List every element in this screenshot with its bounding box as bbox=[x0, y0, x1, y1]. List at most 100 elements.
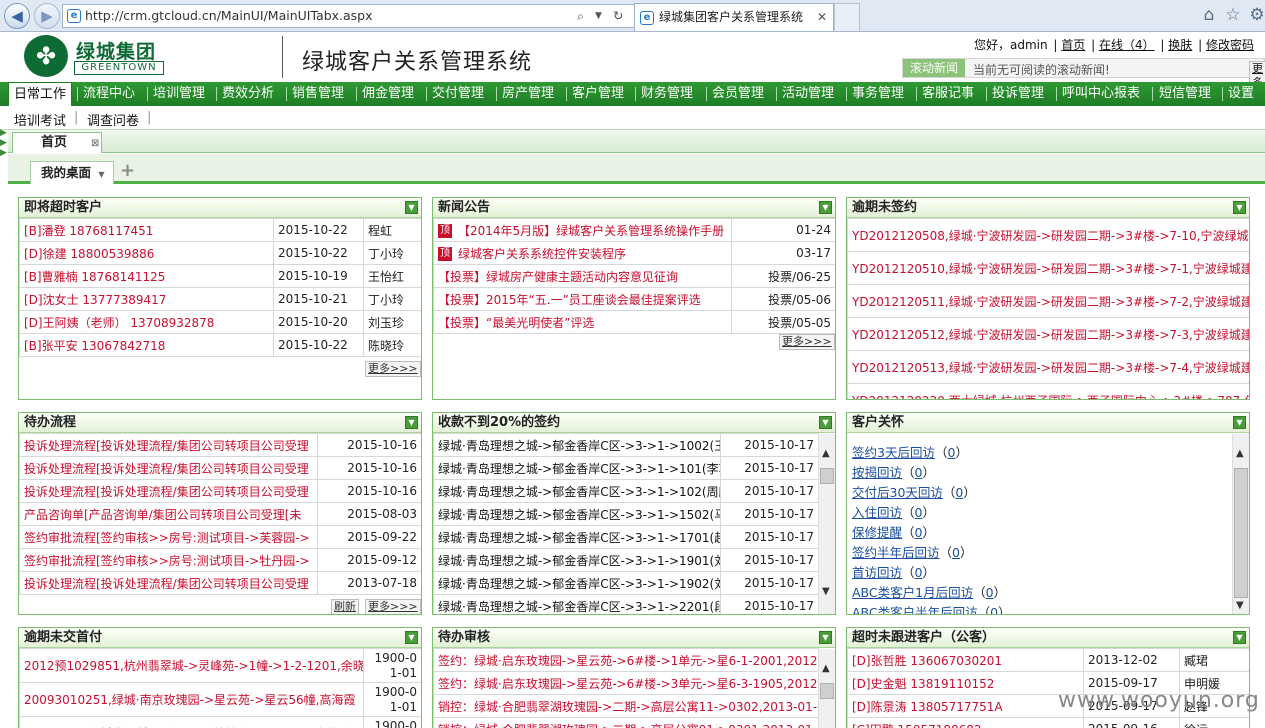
news-link[interactable]: 【投票】绿城房产健康主题活动内容意见征询 bbox=[433, 264, 732, 288]
cell[interactable]: 签约审批流程[签约审核>>房号:测试项目->芙蓉园-> bbox=[19, 525, 318, 549]
table-row[interactable]: [D]王阿姨（老师） 13708932878 2015-10-20 刘玉珍 bbox=[19, 310, 421, 334]
cell[interactable]: 签约审批流程[签约审核>>房号:测试项目->牡丹园-> bbox=[19, 548, 318, 572]
panel-toggle-icon[interactable]: ▼ bbox=[405, 201, 418, 214]
submenu-item[interactable]: 调查问卷 bbox=[87, 110, 139, 129]
cell[interactable]: 绿城·青岛理想之城->郁金香岸C区->3->1->1502(马 bbox=[433, 502, 721, 526]
more-link[interactable]: 更多>>> bbox=[365, 599, 421, 614]
tab-my-desk[interactable]: 我的桌面 ▼ bbox=[30, 161, 114, 184]
forward-icon[interactable]: ▶ bbox=[34, 3, 60, 29]
close-tab-icon[interactable]: ✕ bbox=[817, 4, 827, 30]
collapse-arrows-icon[interactable]: ▶ ▶ ▶ bbox=[0, 128, 8, 168]
panel-toggle-icon[interactable]: ▼ bbox=[819, 201, 832, 214]
table-row[interactable]: 投诉处理流程[投诉处理流程/集团公司转项目公司受理 2015-10-16 bbox=[19, 479, 421, 503]
menu-item[interactable]: 客户管理 bbox=[572, 82, 624, 106]
tab-home[interactable]: 首页 ⊠ bbox=[12, 132, 102, 153]
care-link[interactable]: 交付后30天回访 bbox=[852, 485, 943, 500]
cell[interactable]: [B]曹雅楠 18768141125 bbox=[19, 264, 274, 288]
skin-link[interactable]: 换肤 bbox=[1168, 38, 1192, 52]
dropdown-icon[interactable]: ▼ bbox=[595, 5, 602, 27]
care-link[interactable]: 签约3天后回访 bbox=[852, 445, 935, 460]
address-bar[interactable]: e http://crm.gtcloud.cn/MainUI/MainUITab… bbox=[62, 4, 636, 28]
cell[interactable]: [D]张哲胜 136067030201 bbox=[847, 648, 1084, 672]
close-icon[interactable]: ⊠ bbox=[91, 134, 99, 153]
scrollbar[interactable]: ▲ ▼ bbox=[1232, 434, 1249, 614]
cell[interactable]: 绿城·青岛理想之城->郁金香岸C区->3->1->101(李功 bbox=[433, 456, 721, 480]
more-link[interactable]: 更多>>> bbox=[779, 334, 835, 350]
table-row[interactable]: 绿城·青岛理想之城->郁金香岸C区->3->1->1701(赵 2015-10-1… bbox=[433, 525, 819, 549]
care-count[interactable]: 0 bbox=[915, 525, 923, 540]
table-row[interactable]: [C]田鹏 150571886822015-09-16徐运 bbox=[847, 717, 1249, 728]
cell[interactable]: 绿城·青岛理想之城->郁金香岸C区->3->1->102(周麒 bbox=[433, 479, 721, 503]
table-row[interactable]: 20093010251,绿城·南京玫瑰园->星云苑->星云56幢,高海霞 1900… bbox=[19, 682, 421, 717]
settings-gear-icon[interactable]: ⚙ bbox=[1246, 4, 1265, 26]
care-link[interactable]: 入住回访 bbox=[852, 505, 902, 520]
panel-toggle-icon[interactable]: ▼ bbox=[1233, 416, 1246, 429]
home-link[interactable]: 首页 bbox=[1061, 38, 1085, 52]
menu-item[interactable]: 投诉管理 bbox=[992, 82, 1044, 106]
scroll-down-icon[interactable]: ▼ bbox=[1236, 600, 1244, 611]
menu-item[interactable]: 交付管理 bbox=[432, 82, 484, 106]
news-link[interactable]: 【投票】“最美光明使者”评选 bbox=[433, 310, 732, 334]
cell[interactable]: 产品咨询单[产品咨询单/集团公司转项目公司受理[未 bbox=[19, 502, 318, 526]
table-row[interactable]: 签约审批流程[签约审核>>房号:测试项目->牡丹园-> 2015-09-12 bbox=[19, 548, 421, 572]
cell[interactable]: 绿城·青岛理想之城->郁金香岸C区->3->1->2201(段 bbox=[433, 594, 721, 614]
panel-toggle-icon[interactable]: ▼ bbox=[405, 416, 418, 429]
table-row[interactable]: 绿城·青岛理想之城->郁金香岸C区->3->1->1901(刘 2015-10-1… bbox=[433, 548, 819, 572]
table-row[interactable]: 投诉处理流程[投诉处理流程/集团公司转项目公司受理 2013-07-18 bbox=[19, 571, 421, 595]
table-row[interactable]: YD2012120512,绿城·宁波研发园->研发园二期->3#楼->7-3,宁… bbox=[847, 317, 1249, 351]
scroll-thumb[interactable] bbox=[820, 683, 834, 699]
cell[interactable]: 销控：绿城·合肥翡翠湖玫瑰园->二期->高层公寓11->0302,2013-01… bbox=[433, 694, 819, 718]
table-row[interactable]: 投诉处理流程[投诉处理流程/集团公司转项目公司受理 2015-10-16 bbox=[19, 433, 421, 457]
cell[interactable]: YD2012120513,绿城·宁波研发园->研发园二期->3#楼->7-4,宁… bbox=[847, 350, 1249, 384]
scroll-down-icon[interactable]: ▼ bbox=[822, 586, 830, 597]
care-count[interactable]: 0 bbox=[955, 485, 963, 500]
panel-toggle-icon[interactable]: ▼ bbox=[1233, 631, 1246, 644]
menu-item[interactable]: 呼叫中心报表 bbox=[1062, 82, 1140, 106]
care-link[interactable]: 签约半年后回访 bbox=[852, 545, 940, 560]
add-tab-icon[interactable]: + bbox=[120, 160, 135, 181]
cell[interactable]: 绿城·青岛理想之城->郁金香岸C区->3->1->1902(刘 bbox=[433, 571, 721, 595]
more-link[interactable]: 更多>>> bbox=[365, 361, 421, 377]
table-row[interactable]: 2012预1029851,杭州翡翠城->灵峰苑->1幢->1-2-1201,余晓… bbox=[19, 648, 421, 683]
menu-item[interactable]: 流程中心 bbox=[83, 82, 135, 106]
table-row[interactable]: YD2012120513,绿城·宁波研发园->研发园二期->3#楼->7-4,宁… bbox=[847, 350, 1249, 384]
scroll-up-icon[interactable]: ▲ bbox=[822, 663, 830, 674]
news-link[interactable]: 绿城客户关系系统控件安装程序 bbox=[458, 247, 626, 261]
menu-item[interactable]: 培训管理 bbox=[153, 82, 205, 106]
cell[interactable]: 投诉处理流程[投诉处理流程/集团公司转项目公司受理 bbox=[19, 433, 318, 457]
refresh-button[interactable]: 刷新 bbox=[331, 599, 359, 614]
care-link[interactable]: 保修提醒 bbox=[852, 525, 902, 540]
table-row[interactable]: 绿城·青岛理想之城->郁金香岸C区->3->1->102(周麒 2015-10-1… bbox=[433, 479, 819, 503]
table-row[interactable]: 绿城·青岛理想之城->郁金香岸C区->3->1->1502(马 2015-10-1… bbox=[433, 502, 819, 526]
care-count[interactable]: 0 bbox=[947, 445, 955, 460]
cell[interactable]: 20093010251,绿城·南京玫瑰园->星云苑->星云56幢,高海霞 bbox=[19, 682, 364, 717]
cell[interactable]: [D]史金魁 13819110152 bbox=[847, 671, 1084, 695]
care-count[interactable]: 0 bbox=[952, 545, 960, 560]
cell[interactable]: YD2012120508,绿城·宁波研发园->研发园二期->3#楼->7-10,… bbox=[847, 218, 1249, 252]
cell[interactable]: 签约：绿城·启东玫瑰园->星云苑->6#楼->1单元->星6-1-2001,20… bbox=[433, 648, 819, 672]
news-link[interactable]: 【2014年5月版】绿城客户关系管理系统操作手册 bbox=[458, 224, 724, 238]
table-row[interactable]: 【投票】2015年“五.一”员工座谈会最佳提案评选 投票/05-06 bbox=[433, 287, 835, 311]
table-row[interactable]: 顶绿城客户关系系统控件安装程序 03-17 bbox=[433, 241, 835, 265]
cell[interactable]: YD2012120510,绿城·宁波研发园->研发园二期->3#楼->7-1,宁… bbox=[847, 251, 1249, 285]
table-row[interactable]: 顶【2014年5月版】绿城客户关系管理系统操作手册 01-24 bbox=[433, 218, 835, 242]
table-row[interactable]: 签约审批流程[签约审核>>房号:测试项目->芙蓉园-> 2015-09-22 bbox=[19, 525, 421, 549]
cell[interactable]: [B]潘登 18768117451 bbox=[19, 218, 274, 242]
panel-toggle-icon[interactable]: ▼ bbox=[819, 416, 832, 429]
table-row[interactable]: [B]张平安 13067842718 2015-10-22 陈晓玲 bbox=[19, 333, 421, 357]
refresh-icon[interactable]: ↻ bbox=[613, 5, 623, 27]
care-link[interactable]: ABC类客户1月后回访 bbox=[852, 585, 973, 600]
online-link[interactable]: 在线（4） bbox=[1099, 38, 1155, 52]
cell[interactable]: 绿城·青岛理想之城->郁金香岸C区->3->1->1901(刘 bbox=[433, 548, 721, 572]
cell[interactable]: 签约：绿城·启东玫瑰园->星云苑->6#楼->3单元->星6-3-1905,20… bbox=[433, 671, 819, 695]
cell[interactable]: 绿城·青岛理想之城->郁金香岸C区->3->1->1002(王 bbox=[433, 433, 721, 457]
care-link[interactable]: 按揭回访 bbox=[852, 465, 902, 480]
care-count[interactable]: 0 bbox=[915, 565, 923, 580]
table-row[interactable]: 产品咨询单[产品咨询单/集团公司转项目公司受理[未 2015-08-03 bbox=[19, 502, 421, 526]
scroll-up-icon[interactable]: ▲ bbox=[822, 448, 830, 459]
menu-item[interactable]: 事务管理 bbox=[852, 82, 904, 106]
care-count[interactable]: 0 bbox=[915, 465, 923, 480]
table-row[interactable]: [B]潘登 18768117451 2015-10-22 程虹 bbox=[19, 218, 421, 242]
table-row[interactable]: 签约：绿城·启东玫瑰园->星云苑->6#楼->1单元->星6-1-2001,20… bbox=[433, 648, 819, 672]
scrollbar[interactable]: ▲ ▼ bbox=[818, 434, 835, 614]
